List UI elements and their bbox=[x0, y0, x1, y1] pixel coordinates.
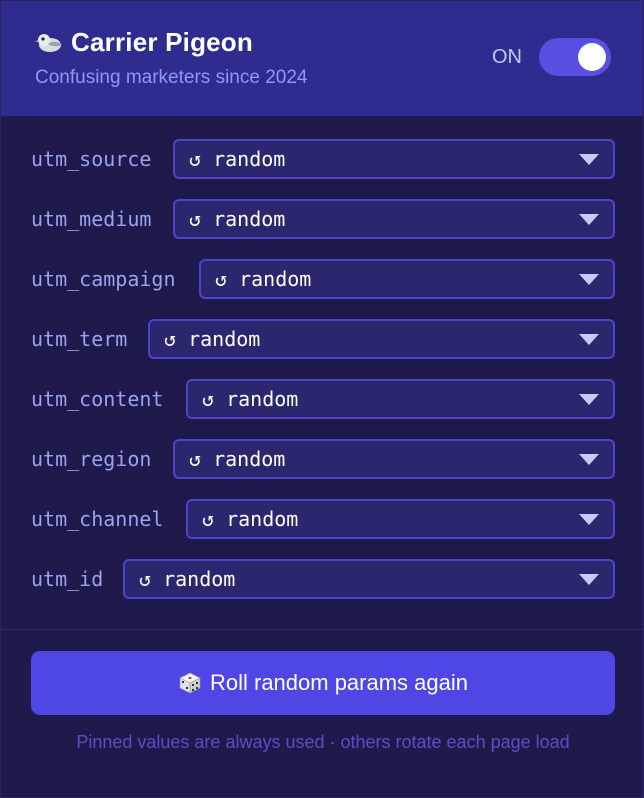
param-row-utm-region: utm_region ↺ random bbox=[31, 439, 615, 479]
select-value: ↺ random bbox=[164, 327, 261, 351]
param-row-utm-term: utm_term ↺ random bbox=[31, 319, 615, 359]
param-label: utm_medium bbox=[31, 207, 152, 231]
param-label: utm_channel bbox=[31, 507, 164, 531]
param-select[interactable]: ↺ random bbox=[148, 319, 615, 359]
param-row-utm-source: utm_source ↺ random bbox=[31, 139, 615, 179]
select-value: ↺ random bbox=[202, 507, 299, 531]
param-select[interactable]: ↺ random bbox=[186, 379, 615, 419]
title-row: Carrier Pigeon bbox=[35, 27, 253, 58]
roll-random-params-button[interactable]: Roll random params again bbox=[31, 651, 615, 715]
chevron-down-icon bbox=[579, 394, 599, 405]
chevron-down-icon bbox=[579, 214, 599, 225]
select-value: ↺ random bbox=[202, 387, 299, 411]
chevron-down-icon bbox=[579, 574, 599, 585]
toggle-label: ON bbox=[492, 46, 522, 68]
param-select[interactable]: ↺ random bbox=[173, 139, 615, 179]
param-select[interactable]: ↺ random bbox=[173, 199, 615, 239]
enable-toggle[interactable] bbox=[539, 38, 611, 76]
param-label: utm_term bbox=[31, 327, 128, 351]
param-label: utm_source bbox=[31, 147, 152, 171]
pigeon-icon bbox=[35, 33, 62, 52]
footer-note: Pinned values are always used · others r… bbox=[76, 732, 570, 752]
param-row-utm-content: utm_content ↺ random bbox=[31, 379, 615, 419]
param-select[interactable]: ↺ random bbox=[173, 439, 615, 479]
header: Carrier Pigeon Confusing marketers since… bbox=[1, 1, 643, 117]
roll-button-label: Roll random params again bbox=[209, 670, 469, 695]
chevron-down-icon bbox=[579, 274, 599, 285]
select-value: ↺ random bbox=[215, 267, 312, 291]
param-label: utm_campaign bbox=[31, 267, 176, 291]
select-value: ↺ random bbox=[189, 147, 286, 171]
param-select[interactable]: ↺ random bbox=[123, 559, 615, 599]
param-row-utm-id: utm_id ↺ random bbox=[31, 559, 615, 599]
chevron-down-icon bbox=[579, 334, 599, 345]
select-value: ↺ random bbox=[139, 567, 236, 591]
param-select[interactable]: ↺ random bbox=[199, 259, 615, 299]
toggle-knob bbox=[578, 43, 606, 71]
chevron-down-icon bbox=[579, 154, 599, 165]
param-select[interactable]: ↺ random bbox=[186, 499, 615, 539]
select-value: ↺ random bbox=[189, 207, 286, 231]
app-subtitle: Confusing marketers since 2024 bbox=[35, 67, 308, 88]
dice-icon bbox=[179, 672, 201, 694]
extension-popup: Carrier Pigeon Confusing marketers since… bbox=[0, 0, 644, 798]
chevron-down-icon bbox=[579, 514, 599, 525]
param-label: utm_content bbox=[31, 387, 164, 411]
select-value: ↺ random bbox=[189, 447, 286, 471]
param-row-utm-medium: utm_medium ↺ random bbox=[31, 199, 615, 239]
param-label: utm_region bbox=[31, 447, 152, 471]
param-row-utm-campaign: utm_campaign ↺ random bbox=[31, 259, 615, 299]
app-title: Carrier Pigeon bbox=[71, 27, 253, 57]
param-row-utm-channel: utm_channel ↺ random bbox=[31, 499, 615, 539]
param-label: utm_id bbox=[31, 567, 104, 591]
chevron-down-icon bbox=[579, 454, 599, 465]
divider bbox=[1, 629, 643, 630]
